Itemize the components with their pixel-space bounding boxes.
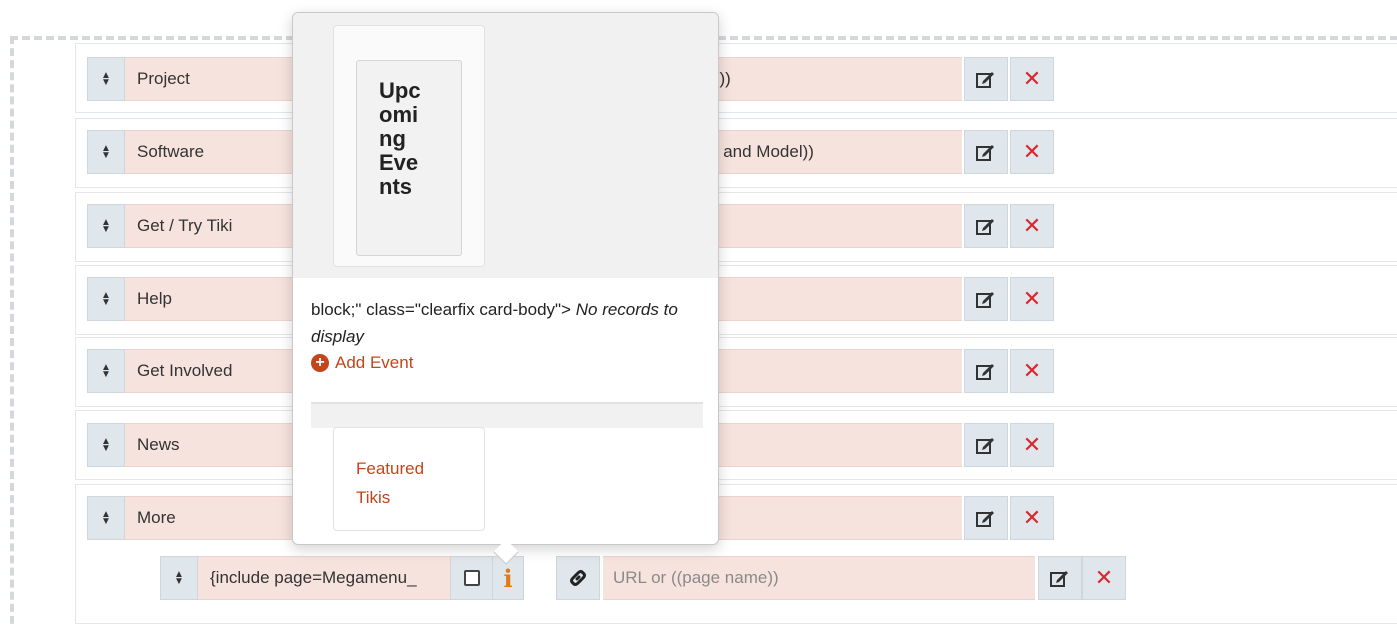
edit-icon xyxy=(976,511,994,527)
featured-tikis-card[interactable]: Featured Tikis xyxy=(333,427,485,531)
delete-button[interactable]: ✕ xyxy=(1010,496,1054,540)
sub-item-url-field[interactable]: URL or ((page name)) xyxy=(603,556,1035,600)
edit-button[interactable] xyxy=(964,349,1008,393)
add-event-link[interactable]: + Add Event xyxy=(311,353,413,373)
close-icon: ✕ xyxy=(1022,213,1042,239)
sort-arrows-icon[interactable]: ▲ ▼ xyxy=(87,130,125,174)
menu-item-url-field[interactable] xyxy=(700,204,962,248)
popover-divider xyxy=(311,402,703,428)
sub-item-name-field[interactable]: {include page=Megamenu_ xyxy=(198,556,450,600)
edit-icon xyxy=(976,438,994,454)
edit-icon xyxy=(976,364,994,380)
menu-item-url-field[interactable] xyxy=(700,496,962,540)
url-placeholder: URL or ((page name)) xyxy=(613,568,779,587)
card-title-line: Upc xyxy=(379,78,421,103)
select-checkbox[interactable] xyxy=(450,556,494,600)
edit-button[interactable] xyxy=(964,130,1008,174)
close-icon: ✕ xyxy=(1022,139,1042,165)
card-title-line: ng xyxy=(379,126,406,151)
add-event-label: Add Event xyxy=(335,353,414,372)
menu-item-url-field[interactable] xyxy=(700,423,962,467)
close-icon: ✕ xyxy=(1022,286,1042,312)
menu-item-url-field[interactable]: n)) xyxy=(700,57,962,101)
sort-arrows-icon[interactable]: ▲ ▼ xyxy=(87,496,125,540)
edit-icon xyxy=(1050,571,1068,587)
delete-button[interactable]: ✕ xyxy=(1010,204,1054,248)
delete-button[interactable]: ✕ xyxy=(1010,277,1054,321)
edit-icon xyxy=(976,72,994,88)
sort-arrows-icon[interactable]: ▲ ▼ xyxy=(160,556,198,600)
link-button[interactable] xyxy=(556,556,600,600)
checkbox-icon xyxy=(464,570,480,586)
card-title-line: Eve xyxy=(379,150,419,175)
menu-item-name-field[interactable]: Get / Try Tiki xyxy=(125,204,300,248)
edit-button[interactable] xyxy=(964,423,1008,467)
menu-item-name-field[interactable]: News xyxy=(125,423,300,467)
edit-button[interactable] xyxy=(964,204,1008,248)
menu-item-url-field[interactable]: v and Model)) xyxy=(700,130,962,174)
popover-header-area: Upc omi ng Eve nts xyxy=(293,13,718,278)
menu-item-name-field[interactable]: More xyxy=(125,496,300,540)
menu-item-name-field[interactable]: Software xyxy=(125,130,300,174)
close-icon: ✕ xyxy=(1094,565,1114,591)
menu-item-name-field[interactable]: Project xyxy=(125,57,300,101)
featured-line: Tikis xyxy=(356,488,391,507)
delete-button[interactable]: ✕ xyxy=(1010,349,1054,393)
plus-circle-icon: + xyxy=(311,354,329,372)
close-icon: ✕ xyxy=(1022,66,1042,92)
menu-item-name-field[interactable]: Get Involved xyxy=(125,349,300,393)
delete-button[interactable]: ✕ xyxy=(1082,556,1126,600)
edit-button[interactable] xyxy=(964,277,1008,321)
edit-button[interactable] xyxy=(964,496,1008,540)
sort-arrows-icon[interactable]: ▲ ▼ xyxy=(87,204,125,248)
info-popover: Upc omi ng Eve nts block;" class="clearf… xyxy=(292,12,719,565)
sort-arrows-icon[interactable]: ▲ ▼ xyxy=(87,349,125,393)
card-title-line: nts xyxy=(379,174,412,199)
raw-html-text: block;" class="clearfix card-body"> xyxy=(311,300,571,319)
menu-item-name-field[interactable]: Help xyxy=(125,277,300,321)
info-icon: i xyxy=(503,563,513,593)
edit-button[interactable] xyxy=(964,57,1008,101)
card-title-line: omi xyxy=(379,102,419,127)
popover-body-text: block;" class="clearfix card-body"> No r… xyxy=(311,296,691,350)
upcoming-events-button[interactable]: Upc omi ng Eve nts xyxy=(356,60,462,256)
sort-arrows-icon[interactable]: ▲ ▼ xyxy=(87,423,125,467)
close-icon: ✕ xyxy=(1022,432,1042,458)
delete-button[interactable]: ✕ xyxy=(1010,130,1054,174)
menu-item-url-field[interactable] xyxy=(700,277,962,321)
edit-icon xyxy=(976,292,994,308)
menu-item-url-field[interactable] xyxy=(700,349,962,393)
sort-arrows-icon[interactable]: ▲ ▼ xyxy=(87,57,125,101)
edit-icon xyxy=(976,219,994,235)
close-icon: ✕ xyxy=(1022,505,1042,531)
close-icon: ✕ xyxy=(1022,358,1042,384)
edit-button[interactable] xyxy=(1038,556,1082,600)
upcoming-events-card: Upc omi ng Eve nts xyxy=(333,25,485,267)
link-icon xyxy=(570,570,586,586)
featured-line: Featured xyxy=(356,459,425,478)
delete-button[interactable]: ✕ xyxy=(1010,423,1054,467)
sort-arrows-icon[interactable]: ▲ ▼ xyxy=(87,277,125,321)
delete-button[interactable]: ✕ xyxy=(1010,57,1054,101)
edit-icon xyxy=(976,145,994,161)
